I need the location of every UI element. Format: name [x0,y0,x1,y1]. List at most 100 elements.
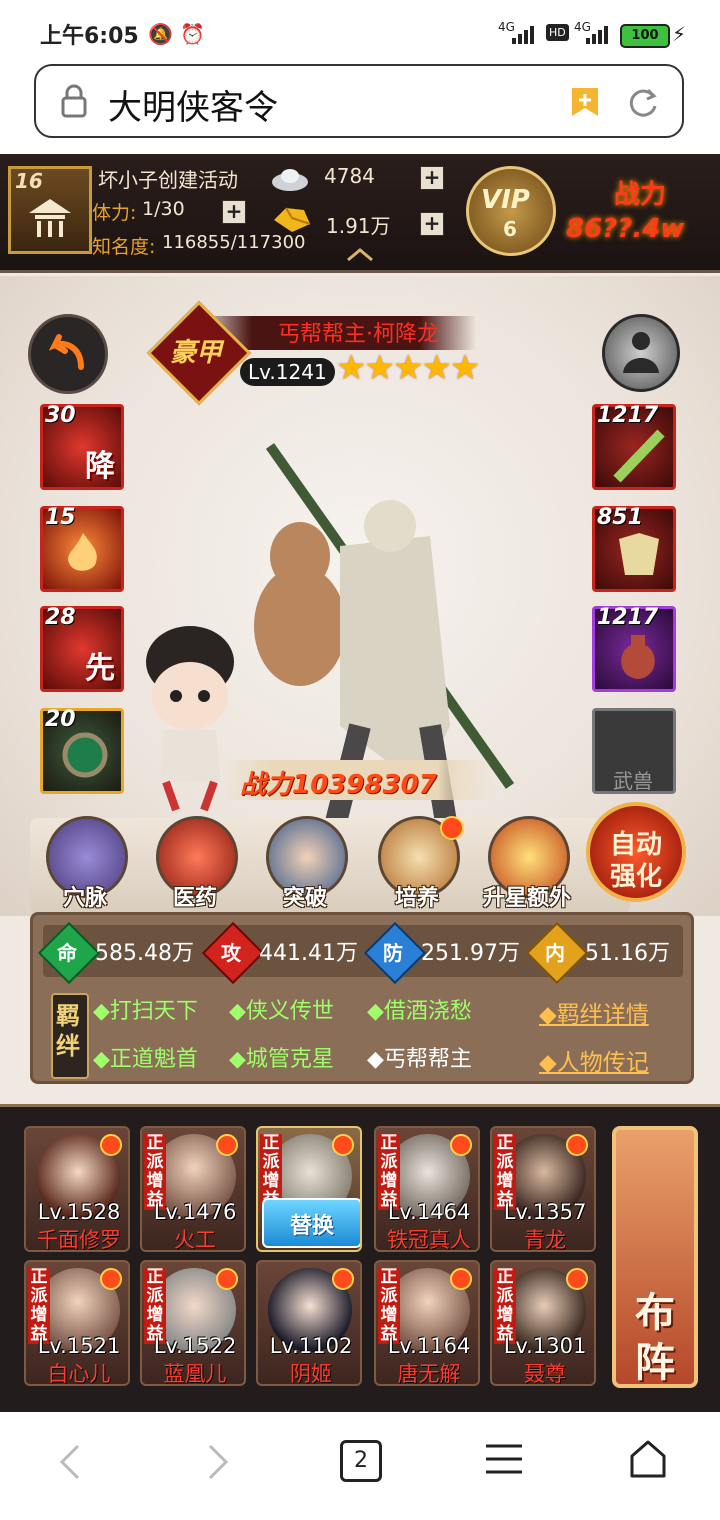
signal-2-icon [586,26,608,44]
bamboo-staff-icon [613,429,665,483]
roster-card[interactable]: 正派增益 Lv.1521 白心儿 [24,1260,130,1386]
power-value: 86??.4w [566,214,685,244]
bond-badge: 羁绊 [51,993,89,1079]
beast-label: 武兽 [613,769,653,793]
def-value: 251.97万 [421,941,520,966]
hd-badge: HD [546,24,569,41]
menu-meridian[interactable]: 穴脉 [30,816,140,916]
menu-label: 升星额外 [482,886,571,911]
refresh-icon[interactable] [626,86,660,120]
hero-name: 蓝凰儿 [163,1362,227,1386]
add-silver-button[interactable]: + [420,166,444,190]
equip-slot-1[interactable]: 1217 [592,403,676,490]
bond-detail-link[interactable]: ◆羁绊详情 [539,995,649,1029]
add-stamina-button[interactable]: + [222,200,246,224]
menu-breakthrough[interactable]: 突破 [250,816,360,916]
player-bar: 16 坏小子创建活动 体力: 1/30 + 知名度: 116855/117300… [0,154,720,273]
hero-name: 阴姬 [290,1362,332,1386]
hero-level-pill: Lv.1241 [240,358,335,386]
menu-label: 突破 [282,886,327,911]
hero-name: 白心儿 [47,1362,111,1386]
auto-label-line2: 强化 [609,862,662,892]
gold-icon [274,207,311,232]
lock-icon [61,84,87,118]
skill-level: 30 [45,403,76,428]
roster-card[interactable]: 正派增益 Lv.1464 铁冠真人 [374,1126,480,1252]
inner-value: 51.16万 [585,941,670,966]
hero-name: 唐无解 [397,1362,461,1386]
roster-card[interactable]: 正派增益 Lv.1522 蓝凰儿 [140,1260,246,1386]
equip-level: 1217 [597,403,659,428]
notification-dot [566,1268,588,1290]
biography-link[interactable]: ◆人物传记 [539,1043,649,1077]
notification-dot [216,1268,238,1290]
charging-icon: ⚡ [672,22,687,46]
status-bar: 上午6:05 🔕 ⏰ 4G HD 4G 100 ⚡ [0,0,720,64]
add-gold-button[interactable]: + [420,212,444,236]
page-title: 大明侠客令 [108,88,278,128]
palace-icon [29,199,71,237]
jade-orb-icon [62,732,108,778]
url-bar[interactable]: 大明侠客令 [34,64,684,138]
notification-dot [216,1134,238,1156]
roster-card[interactable]: 正派增益 Lv.1476 火工 [140,1126,246,1252]
faction-tag: 正派增益 [378,1134,400,1210]
menu-medicine[interactable]: 医药 [140,816,250,916]
bond-item: ◆城管克星 [229,1047,334,1072]
hero-level: Lv.1476 [153,1200,237,1224]
hero-name: 青龙 [524,1228,566,1252]
equip-slot-2[interactable]: 851 [592,505,676,592]
roster-card[interactable]: Lv.1528 千面修罗 [24,1126,130,1252]
home-icon[interactable] [626,1436,670,1480]
hero-portrait-button[interactable] [602,314,680,392]
faction-tag: 正派增益 [494,1134,516,1210]
equip-slot-3[interactable]: 1217 [592,605,676,692]
player-name: 坏小子创建活动 [98,168,238,192]
auto-strengthen-button[interactable]: 自动 强化 [586,802,686,902]
silver-value: 4784 [324,164,375,188]
beast-slot[interactable]: 武兽 [592,708,676,794]
replace-button[interactable]: 替换 [262,1198,360,1248]
back-button[interactable] [28,314,108,394]
roster-card-selected[interactable]: 正派增益 替换 [256,1126,362,1252]
skill-slot-3[interactable]: 28 先 [40,605,124,692]
hero-level: Lv.1464 [387,1200,471,1224]
expand-up-icon[interactable] [344,246,376,264]
skill-slot-2[interactable]: 15 [40,505,124,592]
formation-button[interactable]: 布 阵 [612,1126,698,1388]
attributes-panel: 命 585.48万 攻 441.41万 防 251.97万 内 51.16万 羁… [30,912,694,1084]
menu-icon[interactable] [484,1442,524,1476]
skill-slot-1[interactable]: 30 降 [40,403,124,490]
player-avatar[interactable]: 16 [8,166,92,254]
roster-card[interactable]: Lv.1102 阴姬 [256,1260,362,1386]
menu-label: 培养 [394,886,439,911]
hero-name: 千面修罗 [37,1228,121,1252]
roster-card[interactable]: 正派增益 Lv.1357 青龙 [490,1126,596,1252]
hero-level: Lv.1102 [269,1334,353,1358]
menu-star-up[interactable]: 升星额外 [472,816,582,916]
forward-arrow-icon[interactable] [204,1442,232,1482]
gold-value: 1.91万 [326,214,391,238]
skill-slot-4[interactable]: 20 [40,707,124,794]
roster-card[interactable]: 正派增益 Lv.1164 唐无解 [374,1260,480,1386]
back-arrow-icon[interactable] [56,1442,84,1482]
bookmark-add-icon[interactable] [570,86,600,118]
faction-tag: 正派增益 [494,1268,516,1344]
hero-level: Lv.1164 [387,1334,471,1358]
hero-level: Lv.1241 [248,360,327,384]
tabs-button[interactable]: 2 [340,1440,382,1482]
stamina-value: 1/30 [142,198,185,220]
player-level: 16 [15,169,43,193]
person-icon [623,332,659,373]
menu-cultivate[interactable]: 培养 [362,816,472,916]
flame-skill-icon [68,533,97,571]
hero-level: Lv.1521 [37,1334,121,1358]
fame-label: 知名度: [92,236,156,258]
vip-badge[interactable]: VIP 6 [466,166,556,256]
game-canvas[interactable]: 16 坏小子创建活动 体力: 1/30 + 知名度: 116855/117300… [0,154,720,1412]
hero-level: Lv.1357 [503,1200,587,1224]
hero-level: Lv.1522 [153,1334,237,1358]
notification-dot [450,1268,472,1290]
roster-card[interactable]: 正派增益 Lv.1301 聂尊 [490,1260,596,1386]
hero-name: 聂尊 [524,1362,566,1386]
